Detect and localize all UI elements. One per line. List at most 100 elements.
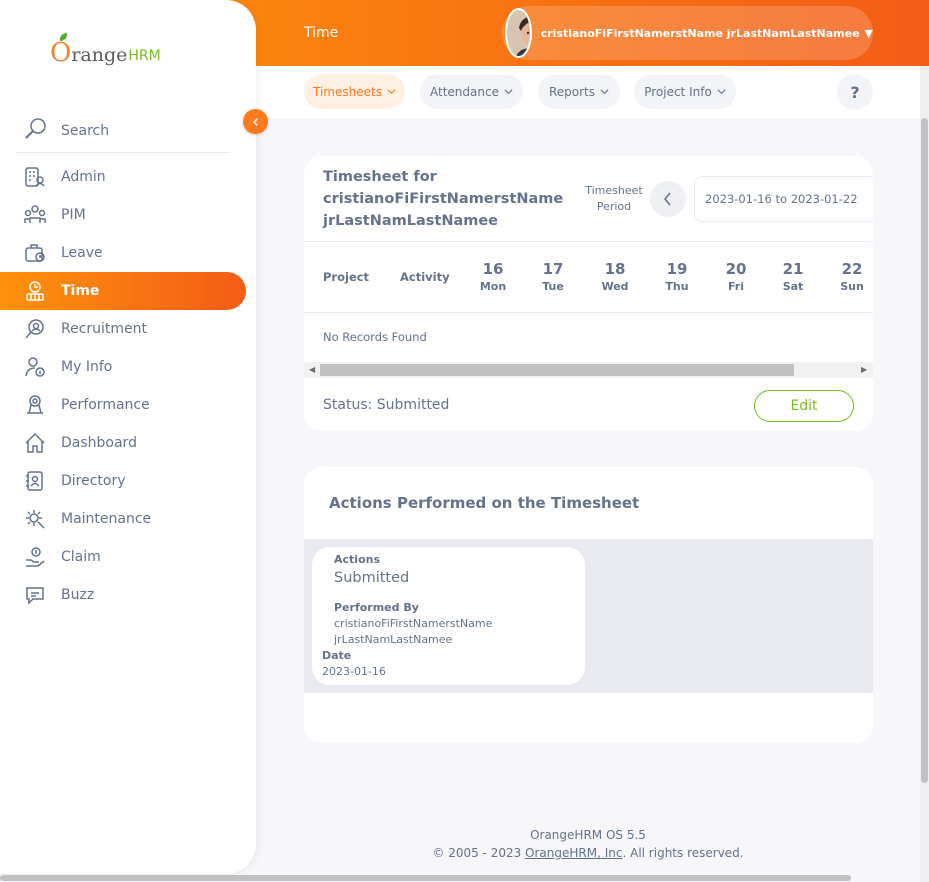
copyright-suffix: . All rights reserved. — [622, 846, 744, 860]
scroll-right-arrow-icon[interactable]: ▶ — [861, 365, 867, 374]
chevron-left-icon — [252, 117, 258, 126]
search-icon — [25, 118, 46, 139]
day-column-header: 16 Mon — [473, 260, 513, 296]
tab-timesheets[interactable]: Timesheets — [304, 74, 405, 109]
tab-attendance[interactable]: Attendance — [420, 74, 523, 109]
sidebar-item-claim[interactable]: Claim — [0, 538, 256, 576]
sidebar-item-label: Maintenance — [61, 511, 152, 527]
sidebar-item-leave[interactable]: Leave — [0, 234, 256, 272]
period-label-line1: Timesheet — [585, 184, 643, 197]
chevron-down-icon — [504, 89, 513, 95]
day-column-header: 18 Wed — [595, 260, 635, 296]
leave-icon — [24, 242, 46, 264]
day-column-header: 22 Sun — [832, 260, 872, 296]
tab-label: Project Info — [644, 84, 712, 99]
sidebar-item-my-info[interactable]: My Info — [0, 348, 256, 386]
buzz-icon — [24, 584, 46, 606]
period-label-line2: Period — [596, 200, 632, 213]
actions-list: Actions Submitted Performed By cristiano… — [304, 539, 873, 693]
chevron-left-icon — [664, 192, 671, 206]
divider — [304, 241, 873, 242]
orangehrm-logo: Orange HRM — [50, 32, 161, 66]
logo-text: range — [71, 44, 128, 66]
performance-icon — [24, 394, 46, 416]
avatar — [505, 8, 532, 58]
day-number: 21 — [782, 260, 804, 278]
sidebar-search[interactable]: Search — [16, 106, 230, 153]
employee-last-name: jrLastNamLastNamee — [323, 213, 499, 229]
previous-period-button[interactable] — [650, 181, 686, 217]
company-link[interactable]: OrangeHRM, Inc — [525, 846, 622, 860]
help-button[interactable]: ? — [837, 74, 873, 110]
page-vertical-scrollbar-thumb[interactable] — [921, 118, 928, 783]
day-number: 22 — [841, 260, 863, 278]
maintenance-icon — [24, 508, 46, 530]
sidebar-collapse-button[interactable] — [243, 109, 268, 134]
sidebar: Orange HRM Search Admin PIM Leave Time Re… — [0, 0, 256, 874]
performed-by-label: Performed By — [334, 601, 419, 614]
sidebar-item-label: Directory — [61, 473, 126, 489]
actions-label: Actions — [334, 553, 380, 566]
sidebar-item-admin[interactable]: Admin — [0, 158, 256, 196]
logo-suffix: HRM — [128, 48, 161, 64]
day-of-week: Mon — [479, 280, 507, 293]
scroll-left-arrow-icon[interactable]: ◀ — [309, 365, 315, 374]
day-number: 17 — [542, 260, 564, 278]
action-record: Actions Submitted Performed By cristiano… — [312, 547, 585, 685]
actions-card: Actions Performed on the Timesheet Actio… — [304, 467, 873, 743]
day-column-header: 17 Tue — [533, 260, 573, 296]
sidebar-item-dashboard[interactable]: Dashboard — [0, 424, 256, 462]
day-of-week: Fri — [727, 280, 744, 293]
day-number: 19 — [666, 260, 688, 278]
copyright-prefix: © 2005 - 2023 — [432, 846, 526, 860]
sidebar-item-label: Time — [61, 283, 100, 299]
chevron-down-icon — [387, 89, 396, 95]
time-icon — [24, 280, 46, 302]
divider — [304, 312, 873, 313]
sidebar-item-label: Recruitment — [61, 321, 148, 337]
sidebar-item-recruitment[interactable]: Recruitment — [0, 310, 256, 348]
day-of-week: Wed — [601, 280, 629, 293]
sidebar-item-maintenance[interactable]: Maintenance — [0, 500, 256, 538]
day-of-week: Sun — [840, 280, 864, 293]
page-title: Time — [304, 25, 339, 41]
edit-button[interactable]: Edit — [754, 390, 854, 422]
day-number: 16 — [482, 260, 504, 278]
sidebar-item-pim[interactable]: PIM — [0, 196, 256, 234]
day-number: 18 — [604, 260, 626, 278]
date-value: 2023-01-16 — [322, 665, 386, 678]
column-header-project: Project — [323, 270, 370, 284]
caret-down-icon: ▼ — [864, 26, 873, 40]
date-label: Date — [322, 649, 352, 662]
sidebar-item-performance[interactable]: Performance — [0, 386, 256, 424]
sidebar-item-label: Claim — [61, 549, 101, 565]
tab-label: Reports — [548, 84, 596, 99]
my-info-icon — [24, 356, 46, 378]
sidebar-item-label: Dashboard — [61, 435, 137, 451]
tab-reports[interactable]: Reports — [538, 74, 620, 109]
table-horizontal-scrollbar[interactable]: ◀ ▶ — [304, 362, 873, 378]
performed-by-line1: cristianoFiFirstNamerstName — [334, 617, 493, 630]
tab-label: Timesheets — [313, 84, 382, 99]
pim-icon — [24, 204, 46, 226]
sidebar-item-label: Buzz — [61, 587, 95, 603]
user-name: cristianoFiFirstNamerstName jrLastNamLas… — [540, 26, 860, 40]
sidebar-item-buzz[interactable]: Buzz — [0, 576, 256, 614]
tab-project-info[interactable]: Project Info — [634, 74, 736, 109]
sidebar-item-label: PIM — [61, 207, 86, 223]
timesheet-card: Timesheet for cristianoFiFirstNamerstNam… — [304, 156, 873, 431]
user-dropdown[interactable]: cristianoFiFirstNamerstName jrLastNamLas… — [502, 6, 873, 60]
sidebar-item-directory[interactable]: Directory — [0, 462, 256, 500]
employee-first-name: cristianoFiFirstNamerstName — [323, 191, 564, 207]
timesheet-status: Status: Submitted — [323, 397, 450, 413]
timesheet-title-prefix: Timesheet for — [323, 169, 437, 185]
period-date-input[interactable]: 2023-01-16 to 2023-01-22 — [694, 176, 873, 222]
day-of-week: Tue — [542, 280, 564, 293]
footer: OrangeHRM OS 5.5 © 2005 - 2023 OrangeHRM… — [256, 826, 920, 862]
empty-state-text: No Records Found — [323, 330, 427, 344]
sidebar-item-time[interactable]: Time — [0, 272, 246, 310]
scrollbar-thumb[interactable] — [320, 364, 794, 376]
footer-version: OrangeHRM OS 5.5 — [530, 828, 646, 842]
recruitment-icon — [24, 318, 46, 340]
page-horizontal-scrollbar-thumb[interactable] — [0, 875, 851, 881]
